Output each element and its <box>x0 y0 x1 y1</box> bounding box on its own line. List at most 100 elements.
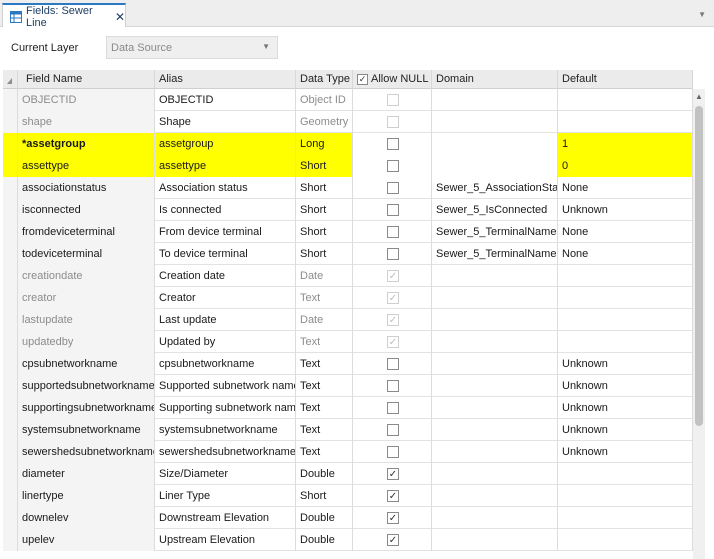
table-row[interactable]: todeviceterminal To device terminal Short S… <box>3 243 693 265</box>
alias-cell[interactable]: Downstream Elevation <box>155 507 296 529</box>
field-name-cell[interactable]: lastupdate <box>18 309 155 331</box>
field-name-cell[interactable]: creator <box>18 287 155 309</box>
checkbox-icon[interactable]: ✓ <box>357 74 368 85</box>
table-row[interactable]: linertype Liner Type Short ✓ <box>3 485 693 507</box>
data-type-cell[interactable]: Text <box>296 287 353 309</box>
allow-null-checkbox[interactable]: ✓ <box>387 534 399 546</box>
table-row[interactable]: assettype assettype Short 0 <box>3 155 693 177</box>
allow-null-checkbox[interactable] <box>387 380 399 392</box>
field-name-cell[interactable]: cpsubnetworkname <box>18 353 155 375</box>
alias-cell[interactable]: assetgroup <box>155 133 296 155</box>
default-cell[interactable] <box>558 111 693 133</box>
data-type-cell[interactable]: Text <box>296 375 353 397</box>
allow-null-checkbox[interactable] <box>387 138 399 150</box>
table-row[interactable]: upelev Upstream Elevation Double ✓ <box>3 529 693 551</box>
field-name-cell[interactable]: OBJECTID <box>18 89 155 111</box>
default-cell[interactable] <box>558 287 693 309</box>
domain-cell[interactable] <box>432 529 558 551</box>
alias-cell[interactable]: To device terminal <box>155 243 296 265</box>
table-row[interactable]: *assetgroup assetgroup Long 1 <box>3 133 693 155</box>
alias-cell[interactable]: Supported subnetwork name <box>155 375 296 397</box>
alias-cell[interactable]: Is connected <box>155 199 296 221</box>
field-name-cell[interactable]: supportingsubnetworkname <box>18 397 155 419</box>
data-type-cell[interactable]: Short <box>296 155 353 177</box>
alias-cell[interactable]: Upstream Elevation <box>155 529 296 551</box>
data-type-cell[interactable]: Text <box>296 331 353 353</box>
scroll-up-icon[interactable]: ▲ <box>694 92 704 101</box>
allow-null-checkbox[interactable] <box>387 358 399 370</box>
default-cell[interactable] <box>558 89 693 111</box>
alias-cell[interactable]: Updated by <box>155 331 296 353</box>
data-type-cell[interactable]: Long <box>296 133 353 155</box>
domain-cell[interactable] <box>432 375 558 397</box>
alias-cell[interactable]: assettype <box>155 155 296 177</box>
vertical-scrollbar[interactable]: ▲ <box>693 89 705 559</box>
alias-cell[interactable]: cpsubnetworkname <box>155 353 296 375</box>
domain-cell[interactable] <box>432 485 558 507</box>
header-field-name[interactable]: Field Name <box>18 70 155 89</box>
tab-fields-sewer-line[interactable]: Fields: Sewer Line ✕ <box>2 3 126 29</box>
alias-cell[interactable]: systemsubnetworkname <box>155 419 296 441</box>
alias-cell[interactable]: Shape <box>155 111 296 133</box>
domain-cell[interactable] <box>432 463 558 485</box>
data-type-cell[interactable]: Short <box>296 199 353 221</box>
alias-cell[interactable]: Creator <box>155 287 296 309</box>
domain-cell[interactable]: Sewer_5_TerminalNames <box>432 243 558 265</box>
allow-null-checkbox[interactable]: ✓ <box>387 468 399 480</box>
table-row[interactable]: supportedsubnetworkname Supported subnetw… <box>3 375 693 397</box>
default-cell[interactable]: Unknown <box>558 419 693 441</box>
domain-cell[interactable] <box>432 111 558 133</box>
domain-cell[interactable] <box>432 287 558 309</box>
default-cell[interactable]: Unknown <box>558 441 693 463</box>
header-allow-null[interactable]: ✓ Allow NULL <box>353 70 432 89</box>
domain-cell[interactable] <box>432 265 558 287</box>
data-type-cell[interactable]: Double <box>296 463 353 485</box>
field-name-cell[interactable]: updatedby <box>18 331 155 353</box>
alias-cell[interactable]: Association status <box>155 177 296 199</box>
default-cell[interactable] <box>558 485 693 507</box>
default-cell[interactable]: None <box>558 221 693 243</box>
allow-null-checkbox[interactable]: ✓ <box>387 512 399 524</box>
data-type-cell[interactable]: Geometry <box>296 111 353 133</box>
data-type-cell[interactable]: Short <box>296 485 353 507</box>
table-row[interactable]: isconnected Is connected Short Sewer_5_IsCo… <box>3 199 693 221</box>
table-row[interactable]: diameter Size/Diameter Double ✓ <box>3 463 693 485</box>
domain-cell[interactable] <box>432 397 558 419</box>
table-row[interactable]: updatedby Updated by Text ✓ <box>3 331 693 353</box>
field-name-cell[interactable]: downelev <box>18 507 155 529</box>
allow-null-checkbox[interactable] <box>387 204 399 216</box>
default-cell[interactable]: Unknown <box>558 199 693 221</box>
close-icon[interactable]: ✕ <box>115 10 125 24</box>
alias-cell[interactable]: Creation date <box>155 265 296 287</box>
default-cell[interactable]: Unknown <box>558 397 693 419</box>
field-name-cell[interactable]: linertype <box>18 485 155 507</box>
alias-cell[interactable]: From device terminal <box>155 221 296 243</box>
alias-cell[interactable]: Supporting subnetwork name <box>155 397 296 419</box>
domain-cell[interactable] <box>432 309 558 331</box>
default-cell[interactable]: 1 <box>558 133 693 155</box>
table-row[interactable]: supportingsubnetworkname Supporting subne… <box>3 397 693 419</box>
current-layer-select[interactable]: Data Source ▼ <box>106 36 278 59</box>
field-name-cell[interactable]: diameter <box>18 463 155 485</box>
data-type-cell[interactable]: Text <box>296 419 353 441</box>
scrollbar-thumb[interactable] <box>695 106 703 426</box>
table-row[interactable]: systemsubnetworkname systemsubnetworkname… <box>3 419 693 441</box>
default-cell[interactable]: None <box>558 177 693 199</box>
domain-cell[interactable] <box>432 353 558 375</box>
table-row[interactable]: lastupdate Last update Date ✓ <box>3 309 693 331</box>
alias-cell[interactable]: Liner Type <box>155 485 296 507</box>
field-name-cell[interactable]: fromdeviceterminal <box>18 221 155 243</box>
table-row[interactable]: creator Creator Text ✓ <box>3 287 693 309</box>
allow-null-checkbox[interactable] <box>387 182 399 194</box>
domain-cell[interactable]: Sewer_5_AssociationStatus <box>432 177 558 199</box>
allow-null-checkbox[interactable] <box>387 248 399 260</box>
data-type-cell[interactable]: Double <box>296 529 353 551</box>
field-name-cell[interactable]: todeviceterminal <box>18 243 155 265</box>
alias-cell[interactable]: sewershedsubnetworkname <box>155 441 296 463</box>
table-row[interactable]: cpsubnetworkname cpsubnetworkname Text Unkn… <box>3 353 693 375</box>
default-cell[interactable] <box>558 529 693 551</box>
data-type-cell[interactable]: Short <box>296 243 353 265</box>
allow-null-checkbox[interactable] <box>387 226 399 238</box>
data-type-cell[interactable]: Double <box>296 507 353 529</box>
domain-cell[interactable] <box>432 441 558 463</box>
